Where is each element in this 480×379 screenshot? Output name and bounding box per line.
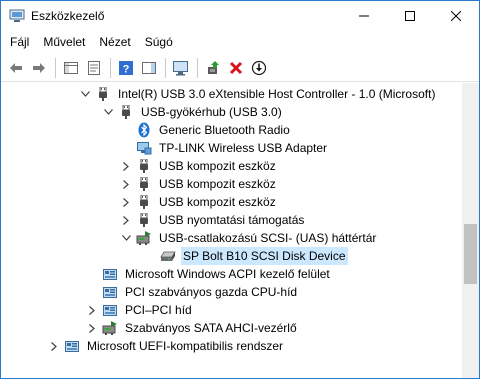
tree-item-usb-composite-device[interactable]: USB kompozit eszköz <box>120 175 278 193</box>
tree-item-bluetooth-radio[interactable]: Generic Bluetooth Radio <box>120 121 292 139</box>
tree-item-usb-root-hub[interactable]: USB-gyökérhub (USB 3.0) <box>102 103 284 121</box>
uninstall-device-button[interactable] <box>225 57 247 79</box>
storage-controller-icon <box>136 230 152 246</box>
usb-icon <box>136 212 152 228</box>
show-hide-console-tree-button[interactable] <box>60 57 82 79</box>
close-button[interactable] <box>433 1 479 31</box>
tree-item-label: USB kompozit eszköz <box>159 177 276 191</box>
device-manager-app-icon <box>9 9 25 23</box>
device-tree[interactable]: Intel(R) USB 3.0 eXtensible Host Control… <box>1 83 462 378</box>
tree-item-label: PCI szabványos gazda CPU-híd <box>125 285 298 299</box>
tree-item-label: USB nyomtatási támogatás <box>159 213 305 227</box>
chevron-right-icon[interactable] <box>86 319 98 337</box>
chevron-down-icon[interactable] <box>79 85 91 103</box>
tree-item-sata-ahci-controller[interactable]: Szabványos SATA AHCI-vezérlő <box>86 319 299 337</box>
toolbar-separator <box>165 57 166 78</box>
bluetooth-icon <box>136 122 152 138</box>
svg-text:?: ? <box>123 63 130 75</box>
tree-item-label: USB-gyökérhub (USB 3.0) <box>141 105 282 119</box>
network-icon <box>136 140 152 156</box>
forward-button[interactable] <box>28 57 50 79</box>
tree-item-usb-host-controller[interactable]: Intel(R) USB 3.0 eXtensible Host Control… <box>79 85 437 103</box>
chevron-right-icon[interactable] <box>86 301 98 319</box>
menu-view[interactable]: Nézet <box>92 31 137 53</box>
help-button[interactable]: ? <box>115 57 137 79</box>
scan-hardware-button[interactable] <box>170 57 192 79</box>
back-button[interactable] <box>5 57 27 79</box>
tree-item-pci-host-bridge[interactable]: PCI szabványos gazda CPU-híd <box>86 283 299 301</box>
scrollbar-thumb[interactable] <box>464 224 477 284</box>
tree-item-usb-printing-support[interactable]: USB nyomtatási támogatás <box>120 211 306 229</box>
tree-item-label: Microsoft UEFI-kompatibilis rendszer <box>87 339 284 353</box>
system-device-icon <box>64 338 80 354</box>
storage-controller-icon <box>102 320 118 336</box>
tree-item-label: USB kompozit eszköz <box>159 159 276 173</box>
tree-item-label: SP Bolt B10 SCSI Disk Device <box>181 247 348 265</box>
tree-item-label: USB kompozit eszköz <box>159 195 276 209</box>
chevron-right-icon[interactable] <box>120 211 132 229</box>
toolbar-separator <box>110 57 111 78</box>
tree-item-disk-device[interactable]: SP Bolt B10 SCSI Disk Device <box>144 247 348 265</box>
maximize-button[interactable] <box>387 1 433 31</box>
usb-icon <box>95 86 111 102</box>
vertical-scrollbar[interactable] <box>462 83 479 378</box>
system-device-icon <box>102 266 118 282</box>
tree-item-label: Generic Bluetooth Radio <box>159 123 290 137</box>
toolbar-separator <box>55 57 56 78</box>
chevron-down-icon[interactable] <box>102 103 114 121</box>
toolbar: ? <box>1 54 479 82</box>
chevron-right-icon[interactable] <box>120 157 132 175</box>
chevron-right-icon[interactable] <box>120 193 132 211</box>
tree-item-usb-composite-device[interactable]: USB kompozit eszköz <box>120 193 278 211</box>
tree-item-label: Microsoft Windows ACPI kezelő felület <box>125 267 330 281</box>
tree-item-label: TP-LINK Wireless USB Adapter <box>159 141 328 155</box>
tree-item-wireless-adapter[interactable]: TP-LINK Wireless USB Adapter <box>120 139 329 157</box>
window-title: Eszközkezelő <box>31 9 105 23</box>
system-device-icon <box>102 302 118 318</box>
minimize-button[interactable] <box>341 1 387 31</box>
chevron-down-icon[interactable] <box>120 229 132 247</box>
menu-file[interactable]: Fájl <box>3 31 36 53</box>
tree-item-label: PCI–PCI híd <box>125 303 192 317</box>
tree-item-usb-composite-device[interactable]: USB kompozit eszköz <box>120 157 278 175</box>
tree-item-label: USB-csatlakozású SCSI- (UAS) háttértár <box>159 231 377 245</box>
menu-bar: Fájl Művelet Nézet Súgó <box>1 31 479 53</box>
disable-device-button[interactable] <box>248 57 270 79</box>
device-manager-window: Eszközkezelő Fájl Művelet Nézet Súgó ? I… <box>0 0 480 379</box>
system-device-icon <box>102 284 118 300</box>
chevron-right-icon[interactable] <box>48 337 60 355</box>
tree-item-pci-pci-bridge[interactable]: PCI–PCI híd <box>86 301 194 319</box>
usb-icon <box>136 158 152 174</box>
toolbar-separator <box>197 57 198 78</box>
tree-item-label: Szabványos SATA AHCI-vezérlő <box>125 321 297 335</box>
disk-drive-icon <box>160 248 176 264</box>
menu-help[interactable]: Súgó <box>138 31 180 53</box>
usb-icon <box>136 194 152 210</box>
chevron-right-icon[interactable] <box>120 175 132 193</box>
menu-action[interactable]: Művelet <box>36 31 92 53</box>
action-pane-button[interactable] <box>138 57 160 79</box>
properties-button[interactable] <box>83 57 105 79</box>
usb-icon <box>136 176 152 192</box>
usb-icon <box>118 104 134 120</box>
tree-item-acpi-interface[interactable]: Microsoft Windows ACPI kezelő felület <box>86 265 332 283</box>
tree-item-label: Intel(R) USB 3.0 eXtensible Host Control… <box>118 87 436 101</box>
title-bar[interactable]: Eszközkezelő <box>1 1 479 31</box>
tree-item-uefi-system[interactable]: Microsoft UEFI-kompatibilis rendszer <box>48 337 285 355</box>
update-driver-button[interactable] <box>202 57 224 79</box>
tree-item-usb-scsi-storage[interactable]: USB-csatlakozású SCSI- (UAS) háttértár <box>120 229 378 247</box>
